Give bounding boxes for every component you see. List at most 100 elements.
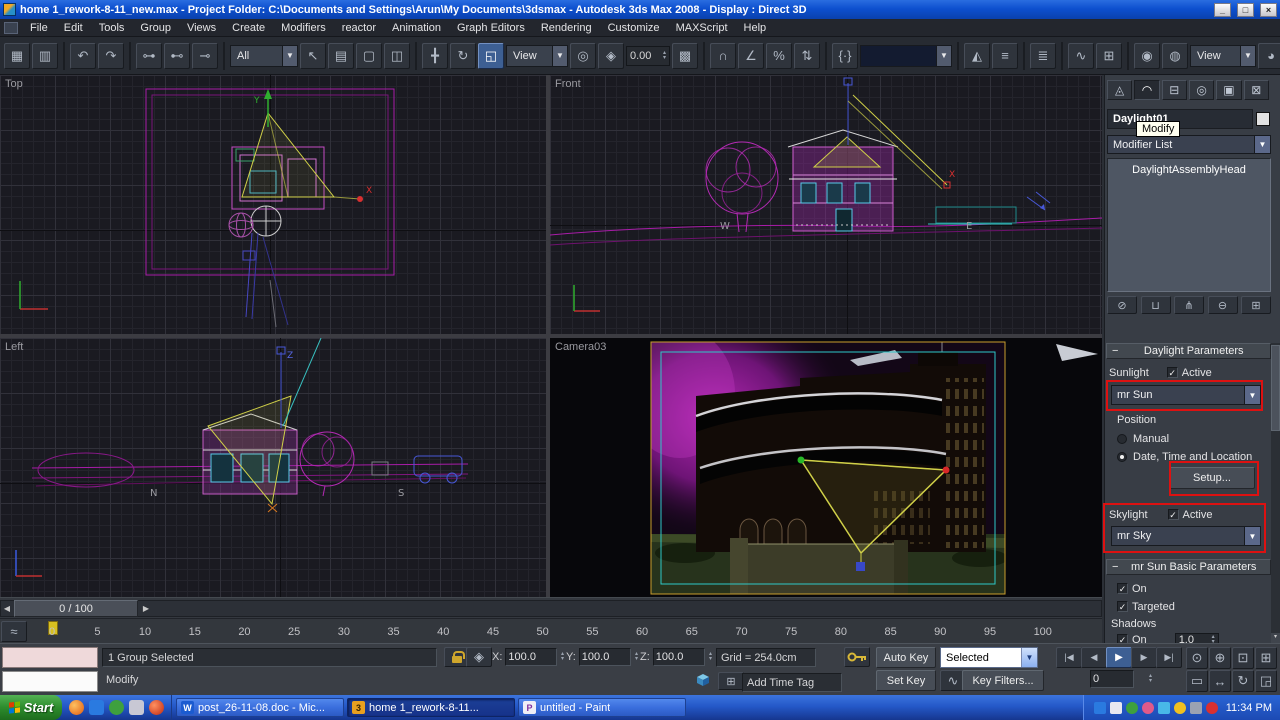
slider-left-icon[interactable]: ◀	[1, 601, 13, 616]
front-viewport-canvas[interactable]: X W E	[550, 75, 1102, 334]
chevron-down-icon[interactable]: ▼	[282, 46, 297, 66]
slider-right-icon[interactable]: ▶	[140, 601, 152, 616]
remove-modifier-icon[interactable]: ⊖	[1208, 296, 1238, 314]
zoom-extents-all-icon[interactable]: ⊞	[1255, 647, 1277, 669]
scrollbar-down-icon[interactable]: ▾	[1271, 633, 1280, 643]
spinner-arrows-icon[interactable]: ▴▾	[1212, 635, 1215, 644]
viewport-camera-label[interactable]: Camera03	[555, 341, 606, 353]
quick-launch-icon-4[interactable]	[129, 700, 144, 715]
scrollbar-thumb[interactable]	[1271, 345, 1280, 431]
display-tab-icon[interactable]: ▣	[1216, 80, 1241, 100]
menu-item[interactable]: Modifiers	[273, 20, 334, 36]
zoom-all-icon[interactable]: ⊕	[1209, 647, 1231, 669]
curve-editor-icon[interactable]: ∿	[1068, 43, 1094, 69]
utilities-tab-icon[interactable]: ⊠	[1244, 80, 1269, 100]
menu-item[interactable]: Edit	[56, 20, 91, 36]
toolbar-extra-icon-2[interactable]: ▥	[32, 43, 58, 69]
menu-item[interactable]: Tools	[91, 20, 133, 36]
x-input[interactable]	[505, 648, 557, 666]
tray-icon-3[interactable]	[1126, 702, 1138, 714]
keyboard-override-icon[interactable]: ▩	[672, 43, 698, 69]
z-input[interactable]	[653, 648, 705, 666]
start-button[interactable]: Start	[0, 695, 62, 720]
reference-coordinate-dropdown[interactable]: View ▼	[506, 45, 568, 67]
go-to-start-icon[interactable]: |◀	[1056, 647, 1082, 668]
named-selection-sets-icon[interactable]: {·}	[832, 43, 858, 69]
chevron-down-icon[interactable]: ▼	[1254, 136, 1270, 153]
stack-item[interactable]: DaylightAssemblyHead	[1108, 159, 1270, 176]
modify-tab-icon[interactable]: ◠	[1134, 80, 1159, 100]
min-max-toggle-icon[interactable]: ◲	[1255, 670, 1277, 692]
undo-icon[interactable]: ↶	[70, 43, 96, 69]
viewport-camera[interactable]: Camera03	[550, 338, 1102, 597]
select-and-manipulate-icon[interactable]: ◈	[598, 43, 624, 69]
menu-item[interactable]: File	[22, 20, 56, 36]
time-slider-track[interactable]	[0, 600, 1102, 617]
percent-snap-icon[interactable]: %	[766, 43, 792, 69]
task-word-document[interactable]: W post_26-11-08.doc - Mic...	[176, 698, 344, 717]
make-unique-icon[interactable]: ⋔	[1174, 296, 1204, 314]
tray-icon-4[interactable]	[1142, 702, 1154, 714]
show-end-result-icon[interactable]: ⊔	[1141, 296, 1171, 314]
selection-filter-dropdown[interactable]: All ▼	[230, 45, 298, 67]
angle-snap-icon[interactable]: ∠	[738, 43, 764, 69]
chevron-down-icon[interactable]: ▼	[936, 46, 951, 66]
menu-item[interactable]: Animation	[384, 20, 449, 36]
setup-button[interactable]: Setup...	[1169, 467, 1255, 489]
layer-manager-icon[interactable]: ≣	[1030, 43, 1056, 69]
set-key-button[interactable]: Set Key	[876, 670, 936, 691]
grid-toggle-icon[interactable]: ⊞	[718, 672, 744, 690]
viewport-top-label[interactable]: Top	[5, 78, 23, 90]
window-menu-icon[interactable]	[4, 22, 18, 34]
select-and-move-icon[interactable]: ╋	[422, 43, 448, 69]
spinner-arrows-icon[interactable]: ▴▾	[635, 652, 638, 662]
viewport-front[interactable]: Front	[550, 75, 1102, 334]
task-paint[interactable]: P untitled - Paint	[518, 698, 686, 717]
menu-item[interactable]: Rendering	[533, 20, 600, 36]
spinner-arrows-icon[interactable]: ▴▾	[709, 652, 712, 662]
viewport-top[interactable]: Top	[0, 75, 546, 334]
set-keys-key-icon[interactable]	[844, 647, 870, 667]
track-bar[interactable]: ≈ 05101520253035404550556065707580859095…	[0, 618, 1102, 643]
spinner-arrows-icon[interactable]: ▴▾	[561, 652, 564, 662]
mr-sun-basic-rollout[interactable]: − mr Sun Basic Parameters	[1106, 559, 1271, 575]
select-by-name-icon[interactable]: ▤	[328, 43, 354, 69]
time-input[interactable]	[1090, 670, 1134, 688]
task-3dsmax[interactable]: 3 home 1_rework-8-11...	[347, 698, 515, 717]
menu-item[interactable]: Customize	[600, 20, 668, 36]
arc-rotate-icon[interactable]: ↻	[1232, 670, 1254, 692]
bind-to-spacewarp-icon[interactable]: ⊸	[192, 43, 218, 69]
sunlight-active-checkbox[interactable]: ✓	[1167, 367, 1178, 378]
key-filters-button[interactable]: Key Filters...	[962, 670, 1044, 691]
chevron-down-icon[interactable]: ▼	[552, 46, 567, 66]
tray-icon-1[interactable]	[1094, 702, 1106, 714]
chevron-down-icon[interactable]: ▼	[1244, 386, 1260, 404]
object-color-swatch[interactable]	[1256, 112, 1270, 126]
sky-type-dropdown[interactable]: mr Sky ▼	[1111, 526, 1261, 546]
hierarchy-tab-icon[interactable]: ⊟	[1162, 80, 1187, 100]
pan-icon[interactable]: ↔	[1209, 670, 1231, 692]
command-panel-scrollbar[interactable]: ▾	[1271, 343, 1280, 643]
tray-icon-5[interactable]	[1158, 702, 1170, 714]
tray-icon-2[interactable]	[1110, 702, 1122, 714]
zoom-extents-icon[interactable]: ⊡	[1232, 647, 1254, 669]
quick-launch-icon-3[interactable]	[109, 700, 124, 715]
tray-icon-8[interactable]	[1206, 702, 1218, 714]
select-and-rotate-icon[interactable]: ↻	[450, 43, 476, 69]
pin-stack-icon[interactable]: ⊘	[1107, 296, 1137, 314]
menu-item[interactable]: Create	[224, 20, 273, 36]
toolbar-extra-icon-1[interactable]: ▦	[4, 43, 30, 69]
viewport-front-label[interactable]: Front	[555, 78, 581, 90]
schematic-view-icon[interactable]: ⊞	[1096, 43, 1122, 69]
skylight-active-checkbox[interactable]: ✓	[1168, 509, 1179, 520]
quick-launch-icon-2[interactable]	[89, 700, 104, 715]
select-and-scale-icon[interactable]: ◱	[478, 43, 504, 69]
chevron-down-icon[interactable]: ▼	[1021, 648, 1037, 667]
go-to-end-icon[interactable]: ▶|	[1156, 647, 1182, 668]
date-time-radio[interactable]	[1117, 452, 1127, 462]
camera-viewport-canvas[interactable]	[550, 338, 1102, 597]
render-setup-icon[interactable]: ◍	[1162, 43, 1188, 69]
maxscript-listener[interactable]	[2, 671, 98, 692]
select-object-icon[interactable]: ↖	[300, 43, 326, 69]
zoom-region-icon[interactable]: ▭	[1186, 670, 1208, 692]
